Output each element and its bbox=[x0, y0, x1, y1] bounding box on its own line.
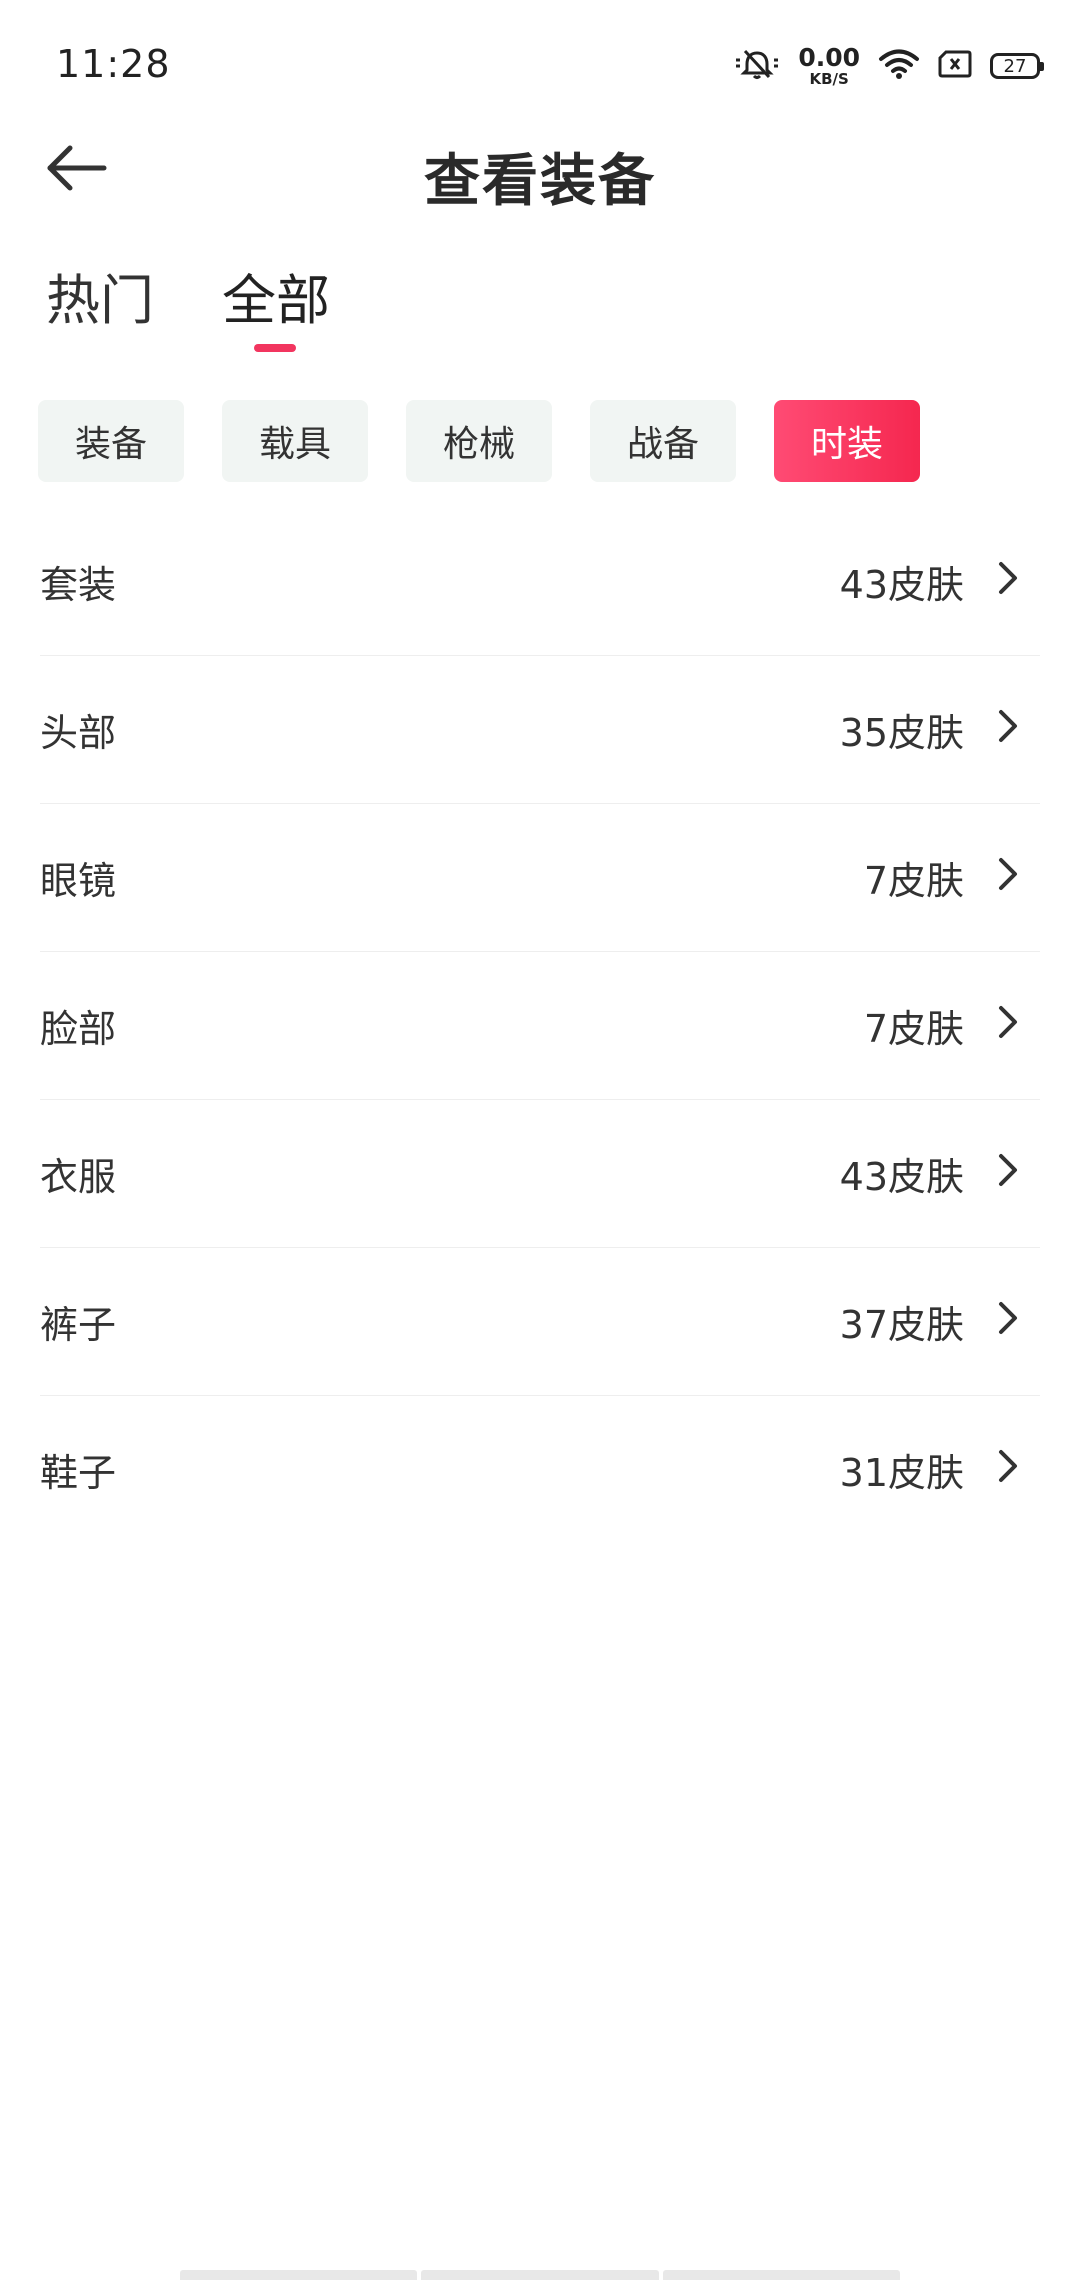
chevron-right-icon bbox=[988, 706, 1028, 746]
page-title: 查看装备 bbox=[424, 149, 656, 214]
list-item-label: 头部 bbox=[40, 711, 117, 755]
status-icons: 0.00 KB/S 27 bbox=[734, 44, 1044, 88]
chip-vehicles[interactable]: 载具 bbox=[222, 400, 368, 482]
chevron-right-icon bbox=[988, 854, 1028, 894]
chip-combat-gear[interactable]: 战备 bbox=[590, 400, 736, 482]
list-item[interactable]: 鞋子 31皮肤 bbox=[40, 1396, 1040, 1543]
sim-icon bbox=[938, 49, 972, 83]
chip-fashion[interactable]: 时装 bbox=[774, 400, 920, 482]
list-item-count: 43皮肤 bbox=[839, 563, 964, 607]
chevron-right-icon bbox=[988, 1002, 1028, 1042]
list-item-count: 31皮肤 bbox=[839, 1451, 964, 1495]
list-item-label: 衣服 bbox=[40, 1155, 117, 1199]
list-item[interactable]: 衣服 43皮肤 bbox=[40, 1100, 1040, 1248]
status-time: 11:28 bbox=[56, 42, 171, 86]
chevron-right-icon bbox=[988, 1446, 1028, 1486]
header: 查看装备 bbox=[0, 120, 1080, 220]
gesture-bar[interactable] bbox=[180, 2270, 900, 2280]
list-item[interactable]: 裤子 37皮肤 bbox=[40, 1248, 1040, 1396]
chevron-right-icon bbox=[988, 1150, 1028, 1190]
category-chips: 装备 载具 枪械 战备 时装 bbox=[38, 400, 920, 482]
status-bar: 11:28 0.00 KB/S 27 bbox=[0, 0, 1080, 130]
top-tabs: 热门 全部 bbox=[0, 250, 1080, 360]
net-speed-value: 0.00 bbox=[798, 43, 860, 72]
list-item-count: 37皮肤 bbox=[839, 1303, 964, 1347]
wifi-icon bbox=[878, 47, 920, 85]
list-item[interactable]: 眼镜 7皮肤 bbox=[40, 804, 1040, 952]
tab-hot[interactable]: 热门 bbox=[46, 256, 154, 335]
list-item-label: 套装 bbox=[40, 563, 117, 607]
list-item-count: 35皮肤 bbox=[839, 711, 964, 755]
chevron-right-icon bbox=[988, 558, 1028, 598]
chip-equipment[interactable]: 装备 bbox=[38, 400, 184, 482]
net-speed-unit: KB/S bbox=[809, 70, 849, 88]
list-item[interactable]: 脸部 7皮肤 bbox=[40, 952, 1040, 1100]
category-list: 套装 43皮肤 头部 35皮肤 眼镜 7皮肤 脸部 7皮肤 衣服 43皮肤 裤子 bbox=[40, 508, 1040, 1543]
gesture-segment bbox=[180, 2270, 418, 2280]
gesture-segment bbox=[662, 2270, 900, 2280]
chip-weapons[interactable]: 枪械 bbox=[406, 400, 552, 482]
net-speed: 0.00 KB/S bbox=[798, 45, 860, 87]
battery-icon: 27 bbox=[990, 53, 1044, 79]
list-item-label: 眼镜 bbox=[40, 859, 117, 903]
list-item-count: 7皮肤 bbox=[863, 1007, 964, 1051]
tab-all[interactable]: 全部 bbox=[222, 256, 330, 335]
list-item-label: 裤子 bbox=[40, 1303, 117, 1347]
gesture-segment bbox=[421, 2270, 659, 2280]
tab-indicator bbox=[254, 344, 296, 352]
chevron-right-icon bbox=[988, 1298, 1028, 1338]
list-item[interactable]: 套装 43皮肤 bbox=[40, 508, 1040, 656]
mute-icon bbox=[734, 47, 780, 85]
list-item[interactable]: 头部 35皮肤 bbox=[40, 656, 1040, 804]
list-item-label: 脸部 bbox=[40, 1007, 117, 1051]
list-item-count: 7皮肤 bbox=[863, 859, 964, 903]
list-item-label: 鞋子 bbox=[40, 1451, 117, 1495]
list-item-count: 43皮肤 bbox=[839, 1155, 964, 1199]
